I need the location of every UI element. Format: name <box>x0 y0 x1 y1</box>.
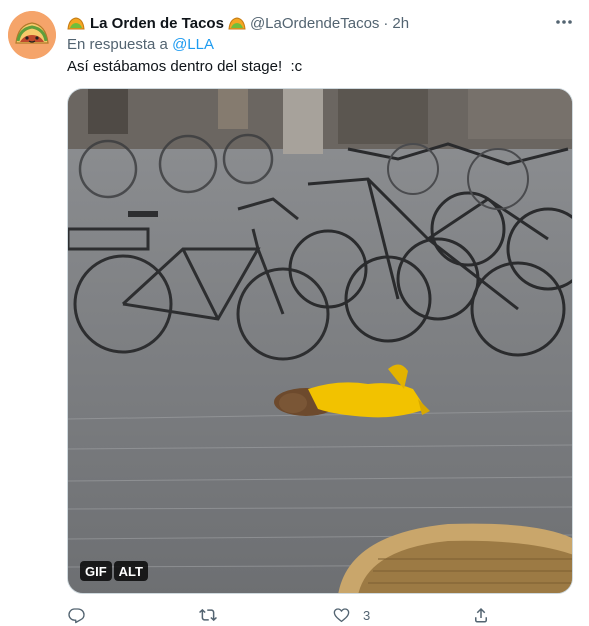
reply-mention-link[interactable]: @LLA <box>172 36 214 53</box>
more-options-button[interactable] <box>551 11 577 33</box>
reply-context: En respuesta a @LLA <box>67 36 214 53</box>
like-button[interactable]: 3 <box>332 604 370 626</box>
media-badges: GIF ALT <box>80 561 148 581</box>
avatar[interactable] <box>8 11 56 59</box>
tweet-actions: 3 <box>67 604 507 626</box>
timestamp[interactable]: 2h <box>392 15 409 32</box>
reply-prefix: En respuesta a <box>67 36 168 53</box>
more-icon <box>556 20 572 24</box>
gif-frame-image <box>68 89 572 593</box>
display-name[interactable]: La Orden de Tacos <box>90 15 224 32</box>
tweet-header: La Orden de Tacos @LaOrdendeTacos · 2h <box>67 13 409 33</box>
reply-button[interactable] <box>67 604 86 626</box>
share-button[interactable] <box>472 604 490 626</box>
taco-emoji-icon <box>67 16 85 30</box>
like-count: 3 <box>363 607 371 623</box>
taco-avatar-icon <box>8 11 56 59</box>
share-icon <box>475 607 487 623</box>
heart-icon <box>333 608 350 623</box>
user-handle[interactable]: @LaOrdendeTacos <box>250 15 379 32</box>
alt-badge[interactable]: ALT <box>113 561 148 581</box>
retweet-button[interactable] <box>198 604 218 626</box>
reply-icon <box>68 608 85 624</box>
gif-media[interactable]: GIF ALT <box>67 88 573 594</box>
retweet-icon <box>199 608 217 622</box>
gif-badge: GIF <box>80 561 112 581</box>
separator-dot: · <box>383 14 389 32</box>
tweet-text: Así estábamos dentro del stage! :c <box>67 58 303 75</box>
taco-emoji-icon <box>228 16 246 30</box>
